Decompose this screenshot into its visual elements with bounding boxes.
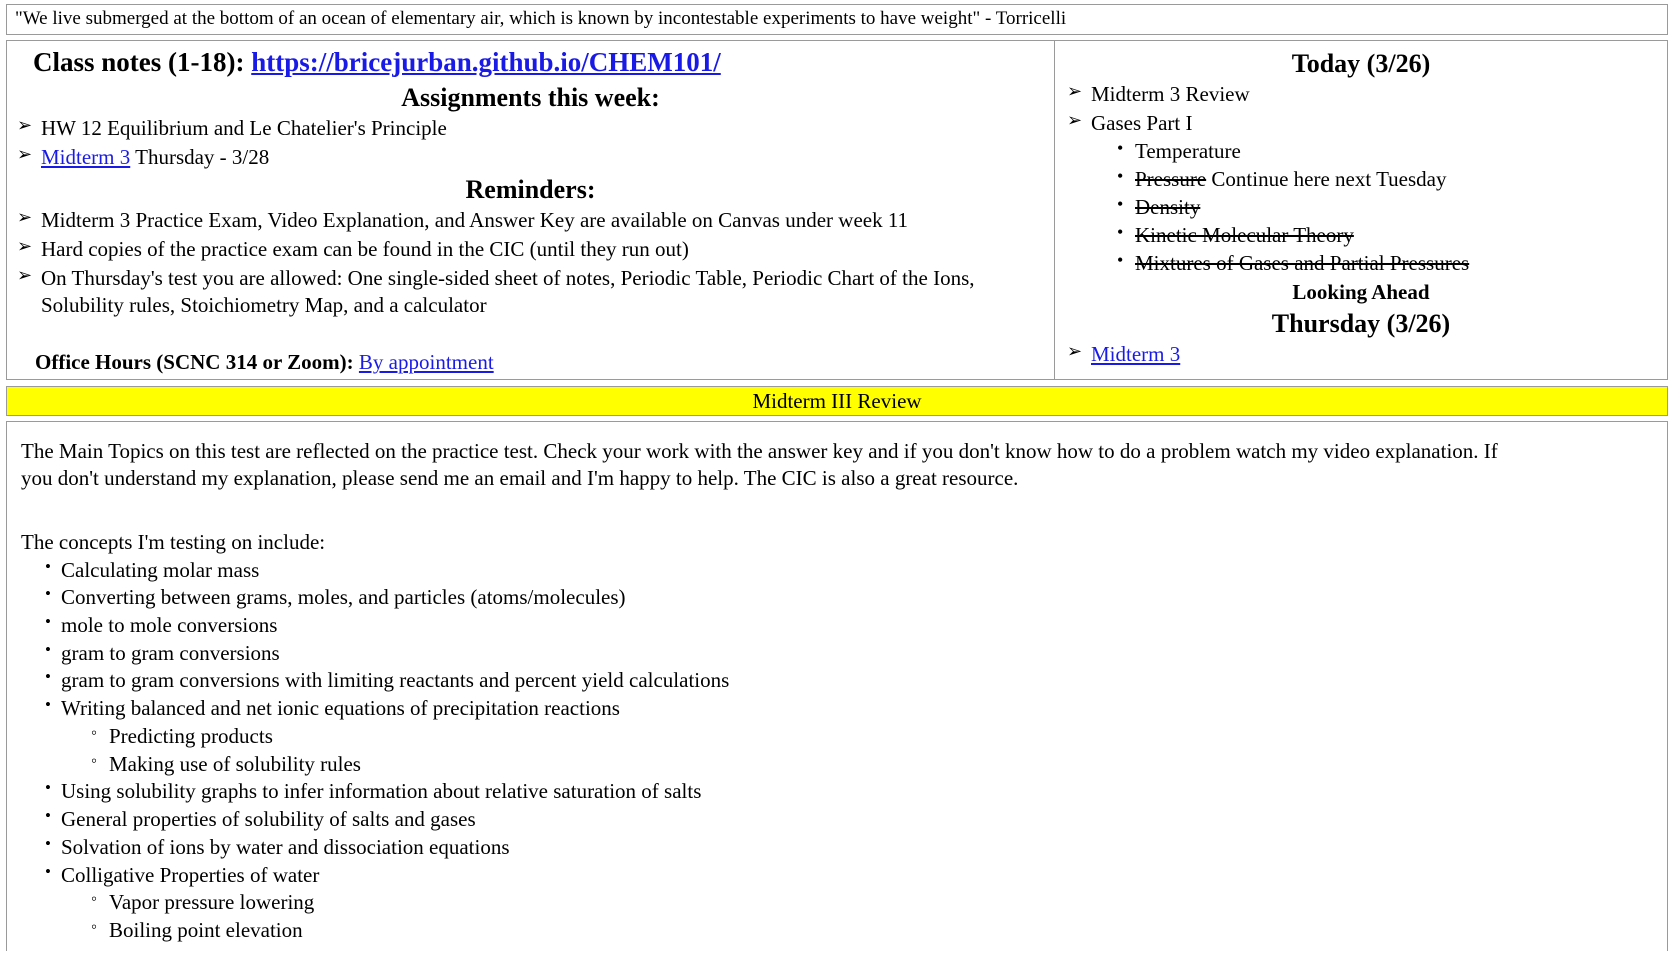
thursday-list: Midterm 3 — [1065, 340, 1657, 369]
intro-paragraph: The Main Topics on this test are reflect… — [21, 439, 1498, 490]
main-content: The Main Topics on this test are reflect… — [6, 421, 1668, 951]
reminders-list: Midterm 3 Practice Exam, Video Explanati… — [15, 206, 1046, 320]
list-item: Colligative Properties of water Vapor pr… — [45, 861, 1653, 945]
concept-sublist: Predicting products Making use of solubi… — [61, 722, 1653, 779]
list-item: Mixtures of Gases and Partial Pressures — [1117, 249, 1657, 278]
list-item: Midterm 3 Thursday - 3/28 — [15, 143, 1046, 172]
list-item: mole to mole conversions — [45, 611, 1653, 640]
today-heading: Today (3/26) — [1291, 49, 1431, 78]
list-item: General properties of solubility of salt… — [45, 805, 1653, 834]
thursday-midterm-3-link[interactable]: Midterm 3 — [1091, 342, 1180, 366]
quote-text: "We live submerged at the bottom of an o… — [15, 8, 1067, 30]
left-panel: Class notes (1-18): https://bricejurban.… — [7, 41, 1055, 379]
concepts-lead: The concepts I'm testing on include: — [21, 530, 326, 555]
quote-bar: "We live submerged at the bottom of an o… — [6, 4, 1668, 35]
list-item: Using solubility graphs to infer informa… — [45, 777, 1653, 806]
page-root: "We live submerged at the bottom of an o… — [0, 0, 1674, 960]
list-item: Midterm 3 — [1065, 340, 1657, 369]
gases-subitem-note: Continue here next Tuesday — [1206, 167, 1447, 192]
right-panel: Today (3/26) Midterm 3 Review Gases Part… — [1055, 41, 1667, 379]
list-item: Converting between grams, moles, and par… — [45, 583, 1653, 612]
list-item: Writing balanced and net ionic equations… — [45, 694, 1653, 779]
gases-subitem-label: Temperature — [1135, 139, 1241, 164]
list-item: gram to gram conversions with limiting r… — [45, 666, 1653, 695]
today-list: Midterm 3 Review Gases Part I — [1065, 80, 1657, 138]
looking-ahead-heading: Looking Ahead — [1292, 280, 1430, 305]
gases-subitem-label: Kinetic Molecular Theory — [1135, 223, 1354, 248]
class-notes-link[interactable]: https://bricejurban.github.io/CHEM101/ — [251, 47, 721, 77]
list-item: Vapor pressure lowering — [91, 888, 1653, 917]
list-item: HW 12 Equilibrium and Le Chatelier's Pri… — [15, 114, 1046, 143]
thursday-heading: Thursday (3/26) — [1271, 309, 1451, 339]
office-hours-label: Office Hours (SCNC 314 or Zoom) — [35, 350, 347, 375]
section-banner: Midterm III Review — [6, 386, 1668, 416]
assignments-list: HW 12 Equilibrium and Le Chatelier's Pri… — [15, 114, 1046, 172]
concepts-list: Calculating molar mass Converting betwee… — [21, 556, 1653, 945]
office-hours-appointment-link[interactable]: By appointment — [359, 350, 494, 374]
list-item: Density — [1117, 193, 1657, 222]
concept-sublist: Vapor pressure lowering Boiling point el… — [61, 888, 1653, 945]
office-hours-line: Office Hours (SCNC 314 or Zoom): By appo… — [15, 350, 1046, 375]
list-item: Making use of solubility rules — [91, 750, 1653, 779]
list-item: Hard copies of the practice exam can be … — [15, 235, 1046, 264]
concept-label: Writing balanced and net ionic equations… — [61, 696, 620, 721]
banner-title: Midterm III Review — [752, 389, 922, 413]
list-item: On Thursday's test you are allowed: One … — [15, 264, 1046, 320]
reminders-heading: Reminders: — [465, 175, 596, 205]
class-notes-line: Class notes (1-18): https://bricejurban.… — [15, 47, 1046, 79]
list-item: Pressure Continue here next Tuesday — [1117, 165, 1657, 194]
gases-subitem-label: Density — [1135, 195, 1201, 220]
list-item: Gases Part I — [1065, 109, 1657, 138]
concept-label: Colligative Properties of water — [61, 862, 320, 887]
midterm-3-link[interactable]: Midterm 3 — [41, 145, 130, 169]
assignments-heading: Assignments this week: — [401, 82, 660, 112]
list-item: Predicting products — [91, 722, 1653, 751]
assignment-text: Thursday - 3/28 — [130, 144, 270, 169]
gases-sublist: Temperature Pressure Continue here next … — [1065, 137, 1657, 278]
office-hours-separator: : — [346, 350, 359, 375]
gases-subitem-label: Pressure — [1135, 167, 1207, 192]
board: Class notes (1-18): https://bricejurban.… — [6, 40, 1668, 380]
gases-subitem-label: Mixtures of Gases and Partial Pressures — [1135, 251, 1470, 276]
list-item: Kinetic Molecular Theory — [1117, 221, 1657, 250]
list-item: Midterm 3 Practice Exam, Video Explanati… — [15, 206, 1046, 235]
list-item: Boiling point elevation — [91, 916, 1653, 945]
assignment-text: HW 12 Equilibrium and Le Chatelier's Pri… — [41, 115, 447, 140]
list-item: Solvation of ions by water and dissociat… — [45, 833, 1653, 862]
class-notes-label: Class notes (1-18): — [33, 47, 245, 77]
list-item: Calculating molar mass — [45, 556, 1653, 585]
list-item: Midterm 3 Review — [1065, 80, 1657, 109]
list-item: Temperature — [1117, 137, 1657, 166]
list-item: gram to gram conversions — [45, 639, 1653, 668]
